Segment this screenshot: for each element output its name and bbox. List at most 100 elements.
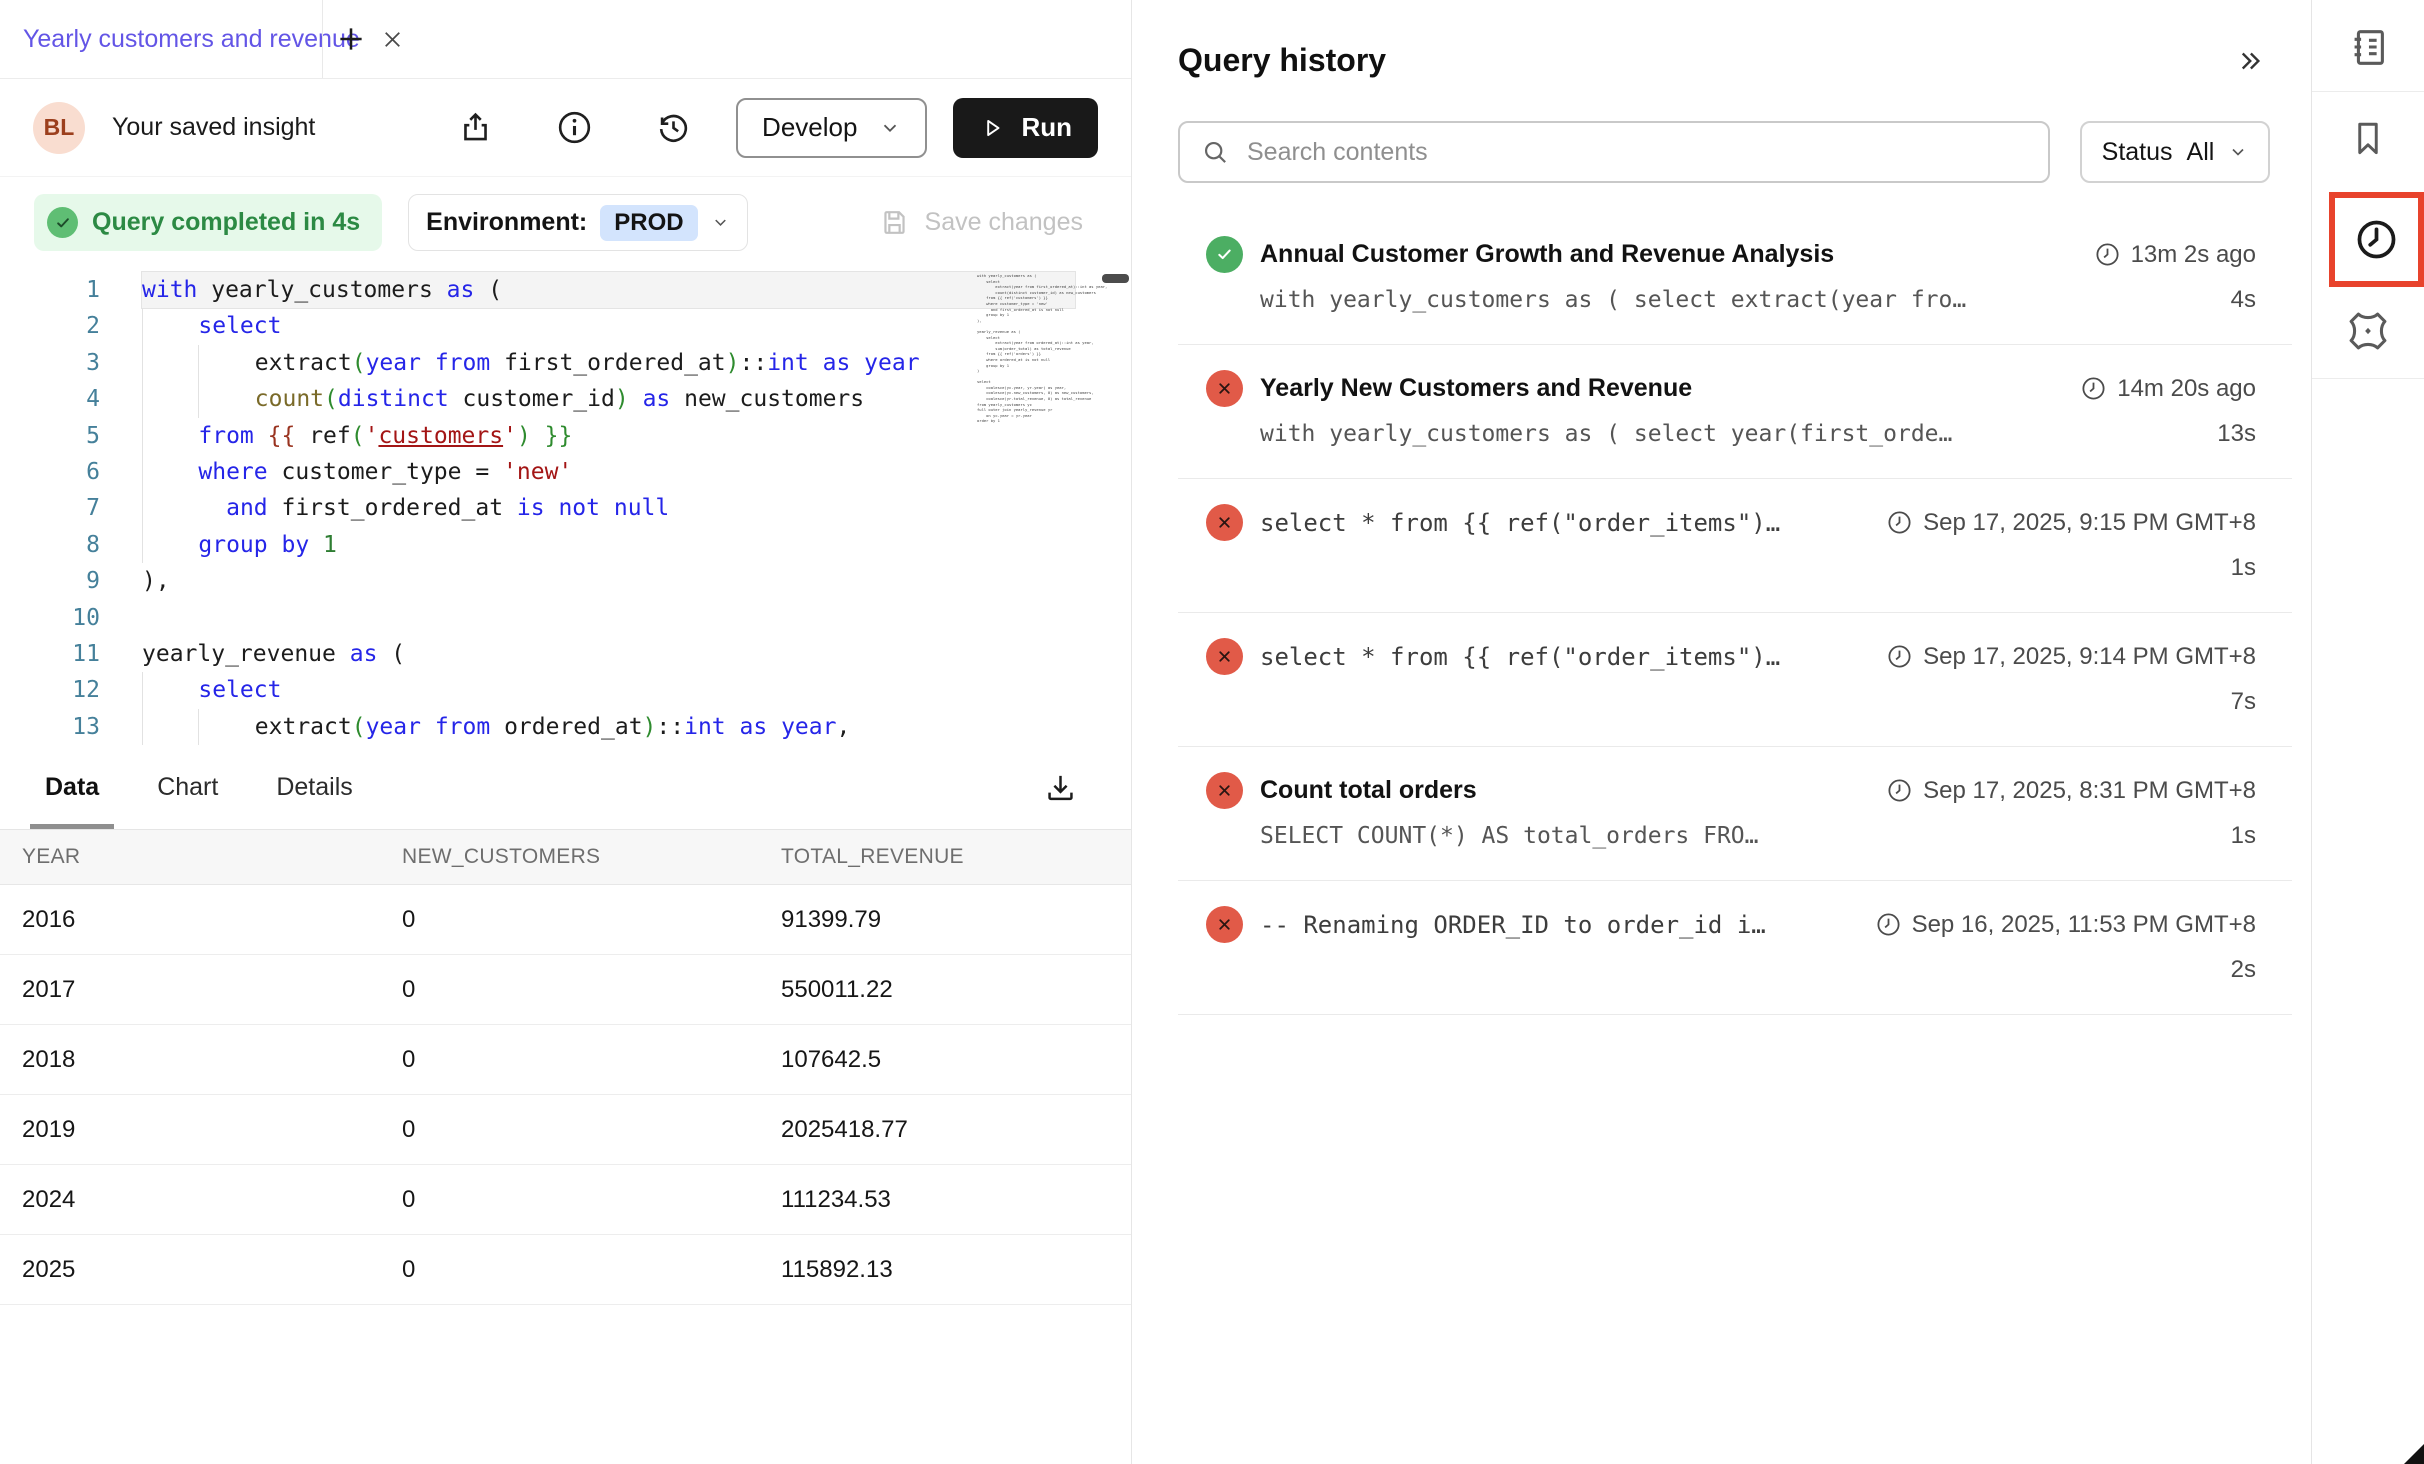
sql-code-editor[interactable]: 1with yearly_customers as (2 select3 ext…: [0, 268, 1131, 746]
indent-guide: [142, 672, 198, 708]
indent-guide: [198, 345, 254, 381]
avatar: BL: [33, 102, 85, 154]
tab-details[interactable]: Details: [276, 746, 352, 829]
notebook-icon[interactable]: [2312, 24, 2424, 70]
close-tab-icon[interactable]: [380, 27, 405, 52]
line-number: 2: [0, 308, 100, 344]
history-item-timestamp: Sep 17, 2025, 8:31 PM GMT+8: [1886, 777, 2256, 805]
status-filter-label: Status: [2102, 138, 2173, 167]
query-history-item[interactable]: Annual Customer Growth and Revenue Analy…: [1178, 211, 2292, 345]
table-body: 2016091399.7920170550011.2220180107642.5…: [0, 885, 1131, 1305]
code-line[interactable]: 11yearly_revenue as (: [0, 636, 1131, 672]
table-header-cell: NEW_CUSTOMERS: [402, 845, 781, 869]
line-number: 7: [0, 490, 100, 526]
table-cell: 91399.79: [781, 906, 1131, 934]
code-line[interactable]: 9),: [0, 563, 1131, 599]
query-history-item[interactable]: Count total ordersSep 17, 2025, 8:31 PM …: [1178, 747, 2292, 881]
table-cell: 115892.13: [781, 1256, 1131, 1284]
timestamp-text: Sep 16, 2025, 11:53 PM GMT+8: [1912, 911, 2256, 939]
code-line[interactable]: 10: [0, 600, 1131, 636]
download-icon[interactable]: [1043, 770, 1078, 805]
code-line[interactable]: 5 from {{ ref('customers') }}: [0, 418, 1131, 454]
history-item-main-row: Count total ordersSep 17, 2025, 8:31 PM …: [1206, 772, 2256, 809]
code-line[interactable]: 12 select: [0, 672, 1131, 708]
code-line[interactable]: 4 count(distinct customer_id) as new_cus…: [0, 381, 1131, 417]
query-history-item[interactable]: Yearly New Customers and Revenue14m 20s …: [1178, 345, 2292, 479]
history-item-timestamp: 14m 20s ago: [2080, 375, 2256, 403]
history-item-sub-row: 7s: [1206, 688, 2256, 716]
indent-guide: [142, 308, 198, 344]
code-text: where customer_type = 'new': [142, 454, 1075, 490]
table-row: 20170550011.22: [0, 955, 1131, 1025]
query-history-item[interactable]: select * from {{ ref("order_items")…Sep …: [1178, 613, 2292, 747]
table-cell: 2019: [22, 1116, 402, 1144]
tab-data[interactable]: Data: [45, 746, 99, 829]
history-item-timestamp: 13m 2s ago: [2094, 241, 2256, 269]
code-line[interactable]: 13 extract(year from ordered_at)::int as…: [0, 709, 1131, 745]
search-input[interactable]: [1247, 138, 2027, 167]
tab-details-label: Details: [276, 773, 352, 802]
status-filter-dropdown[interactable]: Status All: [2080, 121, 2270, 183]
code-text: extract(year from ordered_at)::int as ye…: [142, 709, 1075, 745]
history-item-main-row: Yearly New Customers and Revenue14m 20s …: [1206, 370, 2256, 407]
indent-guide: [142, 527, 198, 563]
run-button[interactable]: Run: [953, 98, 1098, 158]
clock-icon: [1886, 643, 1913, 670]
indent-guide: [142, 709, 198, 745]
bookmark-icon[interactable]: [2312, 116, 2424, 160]
code-text: select: [142, 308, 1075, 344]
develop-button[interactable]: Develop: [736, 98, 927, 158]
table-row: 20250115892.13: [0, 1235, 1131, 1305]
search-box: [1178, 121, 2050, 183]
code-text: from {{ ref('customers') }}: [142, 418, 1075, 454]
environment-selector[interactable]: Environment: PROD: [408, 194, 747, 251]
code-text: extract(year from first_ordered_at)::int…: [142, 345, 1075, 381]
share-icon[interactable]: [457, 109, 494, 146]
code-line[interactable]: 1with yearly_customers as (: [0, 272, 1131, 308]
scrollbar-cursor-marker[interactable]: [1102, 274, 1129, 283]
save-changes-button[interactable]: Save changes: [879, 207, 1083, 238]
query-history-header: Query history: [1132, 0, 2310, 79]
develop-label: Develop: [762, 112, 857, 143]
code-line[interactable]: 2 select: [0, 308, 1131, 344]
table-cell: 2016: [22, 906, 402, 934]
line-number: 9: [0, 563, 100, 599]
history-item-title: -- Renaming ORDER_ID to order_id i…: [1260, 911, 1766, 939]
explore-icon[interactable]: [2312, 308, 2424, 354]
tab-bar: Yearly customers and revenue: [0, 0, 1131, 79]
table-cell: 2017: [22, 976, 402, 1004]
header-actions: [457, 109, 692, 146]
query-history-item[interactable]: select * from {{ ref("order_items")…Sep …: [1178, 479, 2292, 613]
chevron-down-icon: [879, 117, 901, 139]
code-line[interactable]: 8 group by 1: [0, 527, 1131, 563]
query-history-item[interactable]: -- Renaming ORDER_ID to order_id i… Sep 1…: [1178, 881, 2292, 1015]
history-item-timestamp: Sep 16, 2025, 11:53 PM GMT+8: [1875, 911, 2256, 939]
version-history-icon[interactable]: [655, 109, 692, 146]
collapse-panel-icon[interactable]: [2234, 46, 2264, 76]
code-line[interactable]: 6 where customer_type = 'new': [0, 454, 1131, 490]
history-item-main-row: select * from {{ ref("order_items")…Sep …: [1206, 638, 2256, 675]
highlight-box: [2329, 192, 2424, 287]
code-line[interactable]: 7 and first_ordered_at is not null: [0, 490, 1131, 526]
tab-chart[interactable]: Chart: [157, 746, 218, 829]
line-number: 8: [0, 527, 100, 563]
tab-data-label: Data: [45, 773, 99, 802]
code-text: [142, 600, 1075, 636]
new-tab-icon[interactable]: [334, 22, 368, 56]
code-line[interactable]: 3 extract(year from first_ordered_at)::i…: [0, 345, 1131, 381]
clock-icon: [1875, 911, 1902, 938]
history-item-duration: 13s: [2217, 420, 2256, 448]
history-item-main-row: Annual Customer Growth and Revenue Analy…: [1206, 236, 2256, 273]
table-header-cell: TOTAL_REVENUE: [781, 845, 1131, 869]
info-icon[interactable]: [556, 109, 593, 146]
line-number: 3: [0, 345, 100, 381]
clock-icon: [2094, 241, 2121, 268]
history-item-main-row: select * from {{ ref("order_items")…Sep …: [1206, 504, 2256, 541]
query-history-panel: Query history Status All Annual Customer…: [1132, 0, 2310, 1464]
history-item-timestamp: Sep 17, 2025, 9:14 PM GMT+8: [1886, 643, 2256, 671]
table-cell: 2025: [22, 1256, 402, 1284]
code-text: yearly_revenue as (: [142, 636, 1075, 672]
table-cell: 2024: [22, 1186, 402, 1214]
editor-panel: Yearly customers and revenue BL Your sav…: [0, 0, 1131, 1464]
history-clock-icon[interactable]: [2353, 216, 2400, 263]
